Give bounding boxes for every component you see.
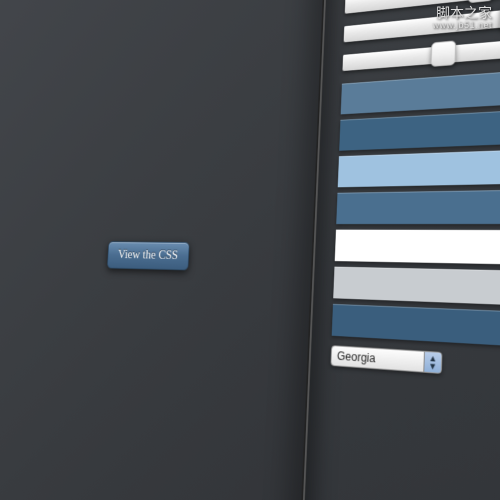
slider-1-thumb[interactable] xyxy=(468,0,494,3)
view-css-button[interactable]: View the CSS xyxy=(107,241,190,270)
panel-3d-wrap: View the CSS Button Top GraBottom GTop T… xyxy=(54,0,500,500)
color-rows: Top GraBottom GTop THover FHActiv xyxy=(327,51,500,362)
color-row-5[interactable]: H xyxy=(333,267,500,315)
font-select[interactable]: Georgia ▲▼ xyxy=(330,345,442,374)
scene: View the CSS Button Top GraBottom GTop T… xyxy=(0,0,500,500)
watermark-line2: www.jb51.net xyxy=(432,21,492,31)
preview-surface: View the CSS xyxy=(0,0,328,500)
font-select-value: Georgia xyxy=(331,347,424,371)
slider-3-thumb[interactable] xyxy=(431,40,457,67)
color-row-3[interactable]: Hover F xyxy=(336,186,500,224)
watermark: 脚本之家 www.jb51.net xyxy=(432,6,492,31)
control-panel: Button Top GraBottom GTop THover FHActiv… xyxy=(293,0,500,500)
select-arrows-icon: ▲▼ xyxy=(423,352,441,373)
view-css-button-label: View the CSS xyxy=(118,248,179,262)
color-row-4[interactable] xyxy=(335,230,500,270)
